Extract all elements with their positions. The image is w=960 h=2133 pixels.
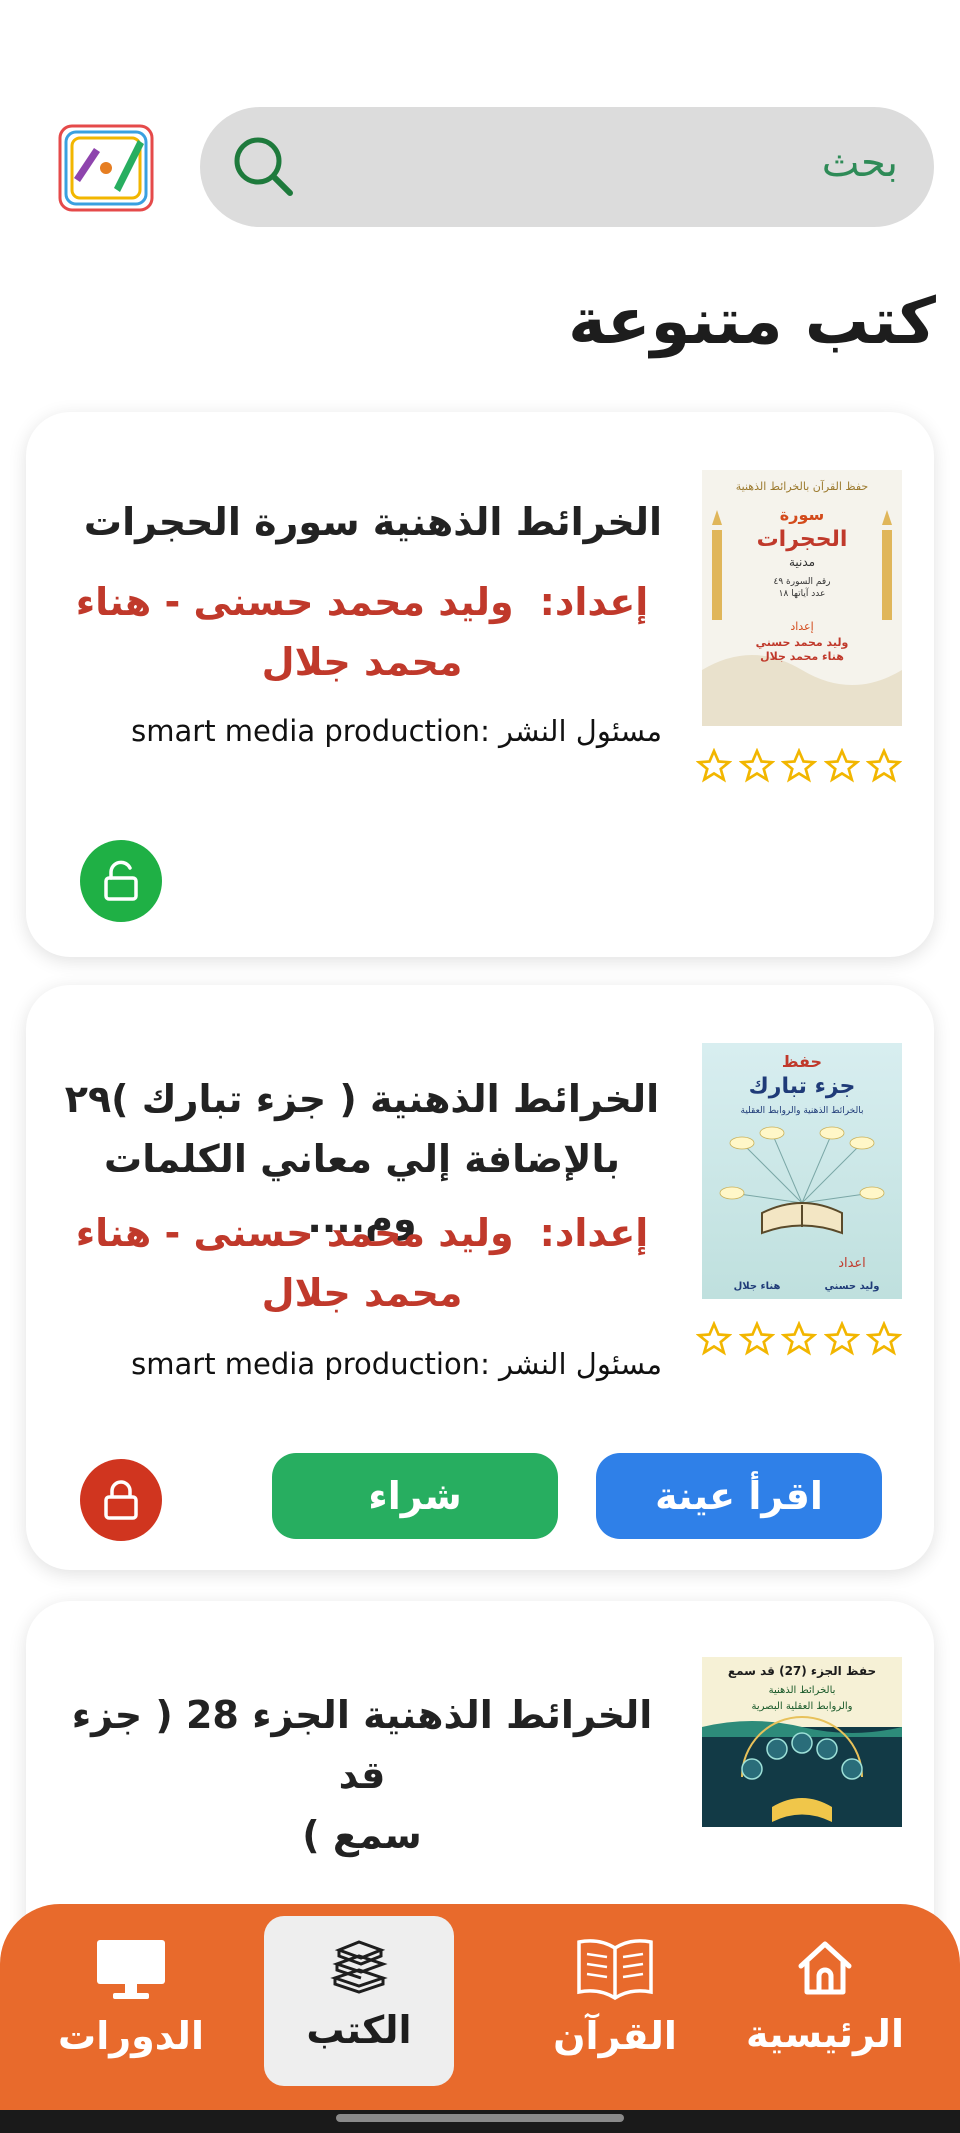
title-line2: سمع ): [302, 1813, 422, 1857]
author-line2: محمد جلال: [261, 640, 463, 684]
title-line1: الخرائط الذهنية الجزء 28 ( جزء قد: [71, 1693, 653, 1797]
nav-label-books: الكتب: [306, 2008, 412, 2052]
nav-item-quran[interactable]: القرآن: [520, 1904, 710, 2110]
book-author: إعداد: وليد محمد حسنى - هناء محمد جلال: [62, 572, 662, 692]
search-icon[interactable]: [230, 133, 298, 201]
author-label: إعداد:: [539, 580, 649, 624]
star-icon[interactable]: [823, 748, 860, 784]
author-line1: وليد محمد حسنى - هناء: [75, 580, 514, 624]
cover-surah-name: الحجرات: [757, 527, 848, 552]
search-input[interactable]: بحث: [822, 140, 898, 186]
rating-stars[interactable]: [696, 1321, 902, 1361]
book-cover-qadsami[interactable]: حفظ الجزء (27) قد سمع بالخرائط الذهنية و…: [702, 1657, 902, 1827]
home-gesture-bar[interactable]: [336, 2114, 624, 2122]
cover-info1: رقم السورة ٤٩: [773, 577, 830, 587]
book-title[interactable]: الخرائط الذهنية سورة الحجرات: [62, 492, 662, 552]
bottom-navigation: الرئيسية القرآن الكتب الدورات: [0, 1904, 960, 2110]
nav-label-home: الرئيسية: [746, 2012, 904, 2056]
star-icon[interactable]: [738, 1321, 775, 1357]
cover-type: مدنية: [789, 555, 815, 569]
unlock-button[interactable]: [80, 840, 162, 922]
book-publisher: مسئول النشر :smart media production: [131, 714, 662, 748]
cover-prep: اعداد: [838, 1256, 866, 1271]
buy-button[interactable]: شراء: [272, 1453, 558, 1539]
unlocked-icon: [104, 860, 138, 901]
lock-icon: [104, 1480, 138, 1520]
monitor-icon: [97, 1940, 165, 1999]
book-publisher: مسئول النشر :smart media production: [131, 1347, 662, 1381]
cover-name: جزء تبارك: [749, 1074, 856, 1099]
star-icon[interactable]: [781, 748, 817, 784]
lock-button[interactable]: [80, 1459, 162, 1541]
cover-line1: حفظ الجزء (27) قد سمع: [728, 1664, 876, 1678]
cover-line3: والروابط العقلية البصرية: [752, 1701, 853, 1712]
cover-line2: بالخرائط الذهنية: [769, 1685, 836, 1696]
read-sample-button[interactable]: اقرأ عينة: [596, 1453, 882, 1539]
author-label: إعداد:: [539, 1211, 649, 1255]
book-card[interactable]: حفظ القرآن بالخرائط الذهنية سورة الحجرات…: [26, 412, 934, 957]
cover-surah-label: سورة: [780, 505, 824, 524]
cover-hifz: حفظ: [782, 1052, 822, 1071]
star-icon[interactable]: [738, 748, 775, 784]
section-title: كتب متنوعة: [568, 285, 936, 359]
cover-a1: وليد حسني: [825, 1281, 880, 1292]
title-line1: الخرائط الذهنية ( جزء تبارك )٢٩: [64, 1077, 660, 1121]
nav-item-home[interactable]: الرئيسية: [730, 1904, 920, 2110]
book-title[interactable]: الخرائط الذهنية الجزء 28 ( جزء قد سمع ): [62, 1685, 662, 1865]
cover-info2: عدد آياتها ١٨: [779, 587, 826, 599]
nav-label-courses: الدورات: [58, 2014, 204, 2058]
star-icon[interactable]: [696, 1321, 732, 1357]
book-author: إعداد: وليد محمد حسنى - هناء محمد جلال: [62, 1203, 662, 1323]
home-icon: [798, 1941, 852, 1995]
nav-label-quran: القرآن: [553, 2014, 677, 2058]
books-stack-icon: [330, 1940, 388, 1994]
book-cover-tabarak[interactable]: حفظ جزء تبارك بالخرائط الذهنية والروابط …: [702, 1043, 902, 1299]
cover-a2: هناء جلال: [734, 1281, 781, 1292]
nav-item-courses[interactable]: الدورات: [36, 1904, 226, 2110]
cover-authors2: هناء محمد جلال: [760, 650, 844, 663]
nav-item-books[interactable]: الكتب: [264, 1916, 454, 2086]
book-cover-hujurat[interactable]: حفظ القرآن بالخرائط الذهنية سورة الحجرات…: [702, 470, 902, 726]
quran-book-icon: [577, 1939, 653, 2001]
author-line2: محمد جلال: [261, 1271, 463, 1315]
star-icon[interactable]: [781, 1321, 817, 1357]
rating-stars[interactable]: [696, 748, 902, 788]
search-bar[interactable]: بحث: [200, 107, 934, 227]
app-logo: [54, 118, 160, 218]
cover-authors1: وليد محمد حسني: [756, 636, 849, 649]
book-card[interactable]: حفظ جزء تبارك بالخرائط الذهنية والروابط …: [26, 985, 934, 1570]
star-icon[interactable]: [823, 1321, 860, 1357]
cover-top-text: حفظ القرآن بالخرائط الذهنية: [736, 479, 868, 493]
cover-prep: إعداد: [790, 620, 813, 633]
star-icon[interactable]: [866, 748, 902, 784]
cover-sub: بالخرائط الذهنية والروابط العقلية: [741, 1106, 864, 1116]
author-line1: وليد محمد حسنى - هناء: [75, 1211, 514, 1255]
star-icon[interactable]: [696, 748, 732, 784]
star-icon[interactable]: [866, 1321, 902, 1357]
